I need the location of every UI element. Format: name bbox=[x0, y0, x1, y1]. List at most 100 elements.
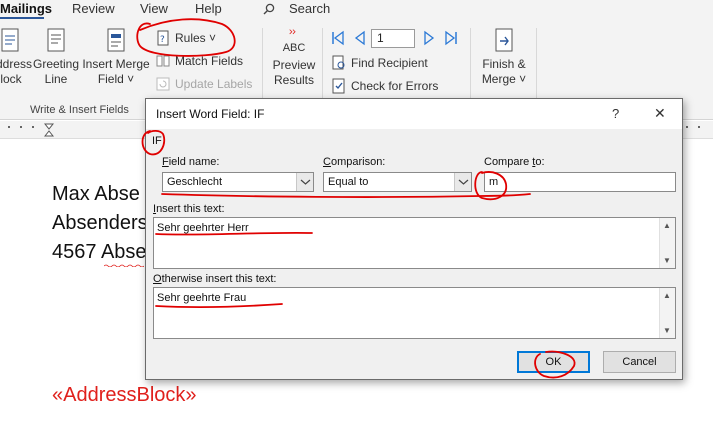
ruler-tick bbox=[686, 126, 688, 128]
active-tab-indicator bbox=[0, 17, 44, 19]
tab-mailings[interactable]: Mailings bbox=[0, 1, 52, 16]
insert-text-label-text: nsert this text: bbox=[156, 203, 225, 215]
compare-to-label: Compare to: bbox=[484, 156, 545, 168]
ruler-tick bbox=[20, 126, 22, 128]
greeting-line-button[interactable]: Greeting Line bbox=[32, 28, 80, 87]
address-block-label-2: lock bbox=[0, 72, 22, 86]
address-block-icon bbox=[1, 28, 19, 52]
ruler-tick bbox=[698, 126, 700, 128]
address-block-button[interactable]: ddress lock bbox=[0, 28, 33, 87]
document-line-1: Max Abse bbox=[52, 183, 140, 205]
preview-results-icon bbox=[289, 29, 296, 35]
field-name-accelerator: F bbox=[162, 156, 169, 168]
address-block-label-1: ddress bbox=[0, 57, 33, 71]
comparison-dropdown[interactable]: Equal to bbox=[323, 172, 472, 192]
first-record-icon[interactable] bbox=[330, 30, 346, 46]
otherwise-text-label: Otherwise insert this text: bbox=[153, 273, 277, 285]
tab-help[interactable]: Help bbox=[195, 1, 222, 16]
preview-results-label-2: Results bbox=[273, 73, 314, 87]
check-errors-label: Check for Errors bbox=[351, 79, 439, 93]
comparison-dropdown-arrow[interactable] bbox=[454, 173, 471, 191]
find-recipient-button[interactable]: Find Recipient bbox=[331, 55, 428, 71]
comparison-value: Equal to bbox=[328, 176, 369, 188]
insert-merge-field-label-2: Field ˅ bbox=[97, 72, 135, 86]
otherwise-label-text: therwise insert this text: bbox=[161, 273, 277, 285]
document-line-3: 4567 Abse bbox=[52, 241, 147, 263]
check-errors-icon bbox=[332, 78, 345, 94]
finish-merge-icon bbox=[495, 28, 513, 52]
find-recipient-label: Find Recipient bbox=[351, 56, 428, 70]
ok-button[interactable]: OK bbox=[517, 351, 590, 373]
field-code-tag: IF bbox=[152, 135, 162, 147]
ribbon-tab-bar: Mailings Review View Help Search bbox=[0, 0, 713, 20]
dialog-title-bar[interactable]: Insert Word Field: IF ? ✕ bbox=[146, 99, 682, 129]
match-fields-label: Match Fields bbox=[175, 54, 244, 68]
field-name-label: Field name: bbox=[162, 156, 220, 168]
rules-icon: ? bbox=[157, 30, 169, 46]
insert-text-scrollbar[interactable]: ▲ ▼ bbox=[659, 218, 675, 268]
scroll-up-icon[interactable]: ▲ bbox=[663, 291, 671, 300]
rules-label: Rules ˅ bbox=[175, 31, 217, 45]
next-record-icon[interactable] bbox=[421, 30, 437, 46]
chevron-down-icon bbox=[458, 179, 469, 185]
search-icon[interactable] bbox=[263, 3, 275, 15]
search-box[interactable]: Search bbox=[289, 1, 330, 16]
insert-merge-field-label-1: Insert Merge bbox=[82, 57, 150, 71]
find-recipient-icon bbox=[332, 55, 345, 70]
finish-merge-button[interactable]: Finish & Merge ˅ bbox=[476, 28, 532, 87]
comparison-label: Comparison: bbox=[323, 156, 385, 168]
insert-merge-field-icon bbox=[107, 28, 125, 52]
preview-results-label-1: Preview bbox=[272, 58, 316, 72]
compare-to-input[interactable]: m bbox=[484, 172, 676, 192]
document-line-2: Absenders bbox=[52, 212, 148, 234]
match-fields-button[interactable]: Match Fields bbox=[155, 53, 243, 69]
spelling-squiggle bbox=[104, 264, 144, 267]
tab-view[interactable]: View bbox=[140, 1, 168, 16]
preview-results-button[interactable]: ABC Preview Results bbox=[270, 28, 318, 88]
insert-text-value: Sehr geehrter Herr bbox=[157, 222, 249, 234]
otherwise-text-value: Sehr geehrte Frau bbox=[157, 292, 247, 304]
field-name-value: Geschlecht bbox=[167, 176, 223, 188]
rules-button[interactable]: ? Rules ˅ bbox=[155, 30, 216, 46]
finish-merge-label-2: Merge ˅ bbox=[481, 72, 527, 86]
cancel-button[interactable]: Cancel bbox=[603, 351, 676, 373]
finish-merge-label-1: Finish & bbox=[482, 57, 526, 71]
insert-merge-field-button[interactable]: Insert Merge Field ˅ bbox=[82, 28, 150, 87]
check-for-errors-button[interactable]: Check for Errors bbox=[331, 78, 438, 94]
insert-text-label: Insert this text: bbox=[153, 203, 225, 215]
scroll-up-icon[interactable]: ▲ bbox=[663, 221, 671, 230]
field-name-label-text: ield name: bbox=[168, 156, 220, 168]
match-fields-icon bbox=[156, 55, 170, 67]
compare-to-label-pre: Compare bbox=[484, 156, 533, 168]
ruler-tick bbox=[32, 126, 34, 128]
otherwise-text-scrollbar[interactable]: ▲ ▼ bbox=[659, 288, 675, 338]
comparison-label-text: omparison: bbox=[330, 156, 386, 168]
indent-marker-icon[interactable] bbox=[44, 123, 54, 137]
last-record-icon[interactable] bbox=[443, 30, 459, 46]
chevron-down-icon bbox=[300, 179, 311, 185]
field-name-dropdown[interactable]: Geschlecht bbox=[162, 172, 314, 192]
update-labels-label: Update Labels bbox=[175, 77, 253, 91]
ruler-tick bbox=[8, 126, 10, 128]
update-labels-button[interactable]: Update Labels bbox=[155, 76, 252, 92]
previous-record-icon[interactable] bbox=[352, 30, 368, 46]
field-name-dropdown-arrow[interactable] bbox=[296, 173, 313, 191]
record-number-input[interactable]: 1 bbox=[371, 29, 415, 48]
tab-review[interactable]: Review bbox=[72, 1, 115, 16]
svg-text:?: ? bbox=[160, 35, 165, 45]
comparison-accelerator: C bbox=[323, 156, 331, 168]
otherwise-text-textarea[interactable]: Sehr geehrte Frau ▲ ▼ bbox=[153, 287, 676, 339]
compare-to-label-post: o: bbox=[535, 156, 545, 168]
scroll-down-icon[interactable]: ▼ bbox=[663, 326, 671, 335]
help-button[interactable]: ? bbox=[612, 106, 619, 121]
address-block-merge-field[interactable]: «AddressBlock» bbox=[52, 384, 197, 407]
otherwise-accelerator: O bbox=[153, 273, 162, 285]
insert-text-textarea[interactable]: Sehr geehrter Herr ▲ ▼ bbox=[153, 217, 676, 269]
dialog-title: Insert Word Field: IF bbox=[156, 107, 265, 121]
scroll-down-icon[interactable]: ▼ bbox=[663, 256, 671, 265]
group-write-insert-fields: Write & Insert Fields bbox=[30, 104, 129, 116]
update-labels-icon bbox=[156, 77, 170, 91]
insert-word-field-if-dialog: Insert Word Field: IF ? ✕ IF Field name:… bbox=[145, 98, 683, 380]
preview-abc-label: ABC bbox=[282, 42, 306, 54]
close-icon[interactable]: ✕ bbox=[654, 105, 666, 122]
